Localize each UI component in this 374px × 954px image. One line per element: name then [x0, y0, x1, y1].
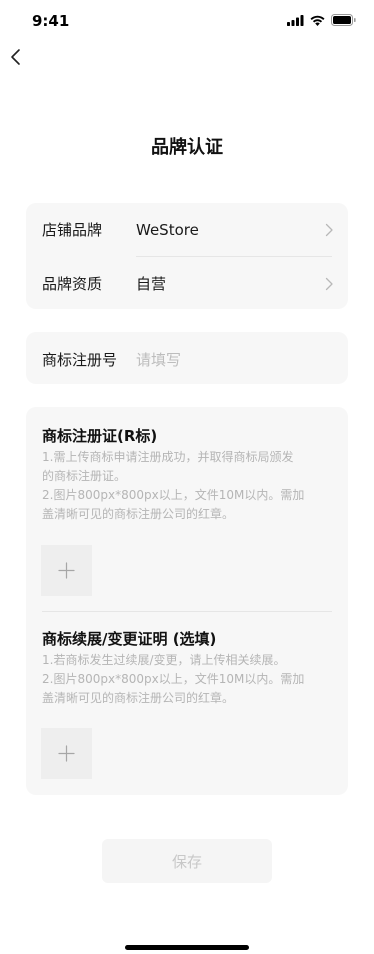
- wifi-icon: [310, 15, 325, 26]
- description-line: 盖清晰可见的商标注册公司的红章。: [42, 691, 235, 705]
- description-line: 的商标注册证。: [42, 469, 127, 483]
- back-button[interactable]: [6, 46, 28, 68]
- battery-icon: [331, 14, 356, 26]
- certificate-upload-card: 商标注册证(R标) 1.需上传商标申请注册成功，并取得商标局颁发 的商标注册证。…: [26, 407, 348, 795]
- save-button[interactable]: 保存: [102, 839, 272, 883]
- upload-section-title: 商标续展/变更证明 (选填): [42, 630, 217, 648]
- description-line: 2.图片800px*800px以上，文件10M以内。需加: [42, 672, 305, 686]
- home-indicator: [125, 945, 249, 950]
- page-title: 品牌认证: [151, 137, 223, 158]
- chevron-right-icon: [325, 223, 333, 237]
- plus-icon: [58, 562, 75, 579]
- upload-section-description: 1.若商标发生过续展/变更，请上传相关续展。 2.图片800px*800px以上…: [42, 651, 338, 708]
- brand-info-card: 店铺品牌 WeStore 品牌资质 自营: [26, 203, 348, 309]
- signal-icon: [287, 14, 304, 26]
- description-line: 盖清晰可见的商标注册公司的红章。: [42, 507, 235, 521]
- trademark-number-input[interactable]: 请填写: [136, 349, 181, 370]
- brand-qualification-value: 自营: [136, 275, 167, 293]
- store-brand-value: WeStore: [136, 220, 199, 239]
- upload-section-title: 商标注册证(R标): [42, 427, 158, 445]
- description-line: 2.图片800px*800px以上，文件10M以内。需加: [42, 488, 305, 502]
- brand-qualification-row[interactable]: 品牌资质 自营: [26, 257, 348, 310]
- description-line: 1.需上传商标申请注册成功，并取得商标局颁发: [42, 450, 294, 464]
- brand-qualification-label: 品牌资质: [42, 275, 103, 293]
- status-bar: 9:41: [0, 0, 374, 44]
- section-divider: [42, 611, 332, 612]
- store-brand-row[interactable]: 店铺品牌 WeStore: [26, 203, 348, 256]
- description-line: 1.若商标发生过续展/变更，请上传相关续展。: [42, 653, 286, 667]
- trademark-number-card: 商标注册号 请填写: [26, 332, 348, 384]
- plus-icon: [58, 745, 75, 762]
- status-icons: [287, 14, 356, 26]
- chevron-right-icon: [325, 277, 333, 291]
- upload-renewal-proof-button[interactable]: [41, 728, 92, 779]
- trademark-number-label: 商标注册号: [42, 351, 118, 369]
- upload-registration-certificate-button[interactable]: [41, 545, 92, 596]
- chevron-left-icon: [11, 49, 20, 65]
- store-brand-label: 店铺品牌: [42, 221, 103, 239]
- status-time: 9:41: [32, 12, 70, 30]
- upload-section-description: 1.需上传商标申请注册成功，并取得商标局颁发 的商标注册证。 2.图片800px…: [42, 448, 338, 524]
